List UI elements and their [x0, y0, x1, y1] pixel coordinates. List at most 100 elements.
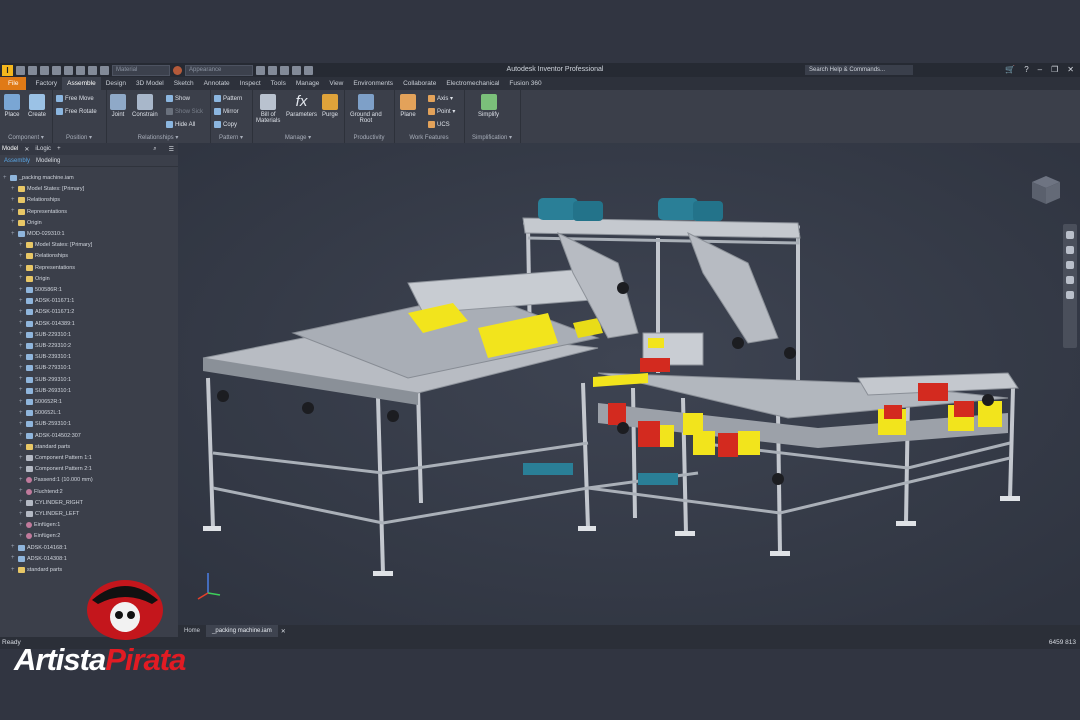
steering-wheel-icon[interactable] — [1066, 231, 1074, 239]
free-rotate-button[interactable]: Free Rotate — [56, 108, 97, 115]
tree-item[interactable]: + Representations — [11, 208, 67, 215]
expand-icon[interactable]: + — [11, 544, 16, 550]
expand-icon[interactable]: + — [3, 175, 8, 181]
tree-item[interactable]: + Fluchtend:2 — [19, 488, 63, 495]
joint-button[interactable]: Joint — [110, 94, 126, 118]
tree-item[interactable]: + Origin — [19, 275, 50, 282]
group-label[interactable]: Manage ▾ — [252, 134, 344, 141]
tree-item[interactable]: + SUB-229310:1 — [19, 331, 71, 338]
add-icon[interactable] — [292, 65, 301, 75]
show-sick-button[interactable]: Show Sick — [166, 108, 203, 115]
close-icon[interactable]: ✕ — [24, 146, 29, 153]
open-icon[interactable] — [28, 65, 37, 75]
tab-ilogic[interactable]: iLogic — [35, 146, 51, 152]
cart-icon[interactable]: 🛒 — [1005, 63, 1015, 77]
expand-icon[interactable]: + — [19, 343, 24, 349]
expand-icon[interactable]: + — [11, 208, 16, 214]
plane-button[interactable]: Plane — [400, 94, 416, 118]
tab-sketch[interactable]: Sketch — [169, 77, 199, 90]
tree-item[interactable]: + SUB-229310:2 — [19, 343, 71, 349]
expand-icon[interactable]: + — [11, 555, 16, 561]
inventor-logo-icon[interactable]: I — [2, 64, 13, 76]
expand-icon[interactable]: + — [19, 455, 24, 461]
restore-button[interactable]: ❐ — [1051, 63, 1058, 77]
look-at-icon[interactable] — [1066, 291, 1074, 299]
tree-item[interactable]: + Origin — [11, 219, 42, 226]
tree-item[interactable]: + MOD-029310:1 — [11, 231, 65, 237]
tab-model[interactable]: Model — [2, 146, 18, 152]
tree-item[interactable]: + SUB-299310:1 — [19, 376, 71, 383]
tree-item[interactable]: + Einfügen:2 — [19, 533, 60, 540]
tree-item[interactable]: + ADSK-014389:1 — [19, 320, 75, 327]
create-button[interactable]: Create — [28, 94, 46, 118]
pan-icon[interactable] — [1066, 246, 1074, 254]
home-tab[interactable]: Home — [178, 625, 206, 637]
tab-tools[interactable]: Tools — [266, 77, 291, 90]
expand-icon[interactable]: + — [19, 399, 24, 405]
purge-button[interactable]: Purge — [322, 94, 338, 118]
tab-design[interactable]: Design — [101, 77, 131, 90]
group-label[interactable]: Relationships ▾ — [106, 134, 210, 141]
appearance-icon[interactable] — [173, 65, 182, 75]
tree-item[interactable]: + ADSK-014502:307 — [19, 432, 81, 439]
mirror-button[interactable]: Mirror — [214, 108, 239, 115]
tree-item[interactable]: + Relationships — [11, 197, 60, 204]
expand-icon[interactable]: + — [19, 242, 24, 248]
expand-icon[interactable]: + — [19, 466, 24, 472]
group-label[interactable]: Simplification ▾ — [464, 134, 520, 141]
tree-item[interactable]: + Relationships — [19, 253, 68, 260]
expand-icon[interactable]: + — [19, 331, 24, 337]
tab-view[interactable]: View — [324, 77, 348, 90]
copy-button[interactable]: Copy — [214, 121, 237, 128]
select-icon[interactable] — [100, 65, 109, 75]
tree-item[interactable]: + standard parts — [11, 567, 62, 573]
expand-icon[interactable]: + — [19, 365, 24, 371]
point-button[interactable]: Point ▾ — [428, 108, 455, 115]
expand-icon[interactable]: + — [19, 320, 24, 326]
expand-icon[interactable]: + — [19, 499, 24, 505]
expand-icon[interactable]: + — [19, 443, 24, 449]
expand-icon[interactable]: + — [19, 511, 24, 517]
expand-icon[interactable]: + — [19, 488, 24, 494]
constrain-button[interactable]: Constrain — [132, 94, 158, 118]
expand-icon[interactable]: + — [19, 522, 24, 528]
parameters-button[interactable]: fx Parameters — [286, 94, 317, 119]
new-icon[interactable] — [16, 65, 25, 75]
viewcube[interactable] — [1028, 172, 1064, 208]
tree-item[interactable]: + CYLINDER_RIGHT — [19, 499, 83, 506]
tree-item[interactable]: + standard parts — [19, 443, 70, 450]
expand-icon[interactable]: + — [11, 186, 16, 192]
help-icon[interactable]: ? — [1024, 63, 1028, 77]
tree-item[interactable]: +500652R:1 — [19, 399, 62, 405]
expand-icon[interactable]: + — [19, 432, 24, 438]
tab-annotate[interactable]: Annotate — [199, 77, 235, 90]
subtab-modeling[interactable]: Modeling — [36, 158, 60, 164]
place-button[interactable]: Place — [4, 94, 20, 118]
tree-item[interactable]: + Einfügen:1 — [19, 522, 60, 529]
expand-icon[interactable]: + — [19, 387, 24, 393]
material-select[interactable]: Material — [112, 64, 170, 76]
tree-item[interactable]: + _packing machine.iam — [3, 175, 74, 181]
tree-item[interactable]: + ADSK-011671:2 — [19, 309, 74, 316]
tree-item[interactable]: + SUB-239310:1 — [19, 354, 71, 361]
expand-icon[interactable]: + — [19, 287, 24, 293]
tab-factory[interactable]: Factory — [30, 77, 62, 90]
expand-icon[interactable]: + — [19, 298, 24, 304]
simplify-button[interactable]: Simplify — [478, 94, 499, 118]
axis-button[interactable]: Axis ▾ — [428, 95, 453, 102]
tree-item[interactable]: + Model States: [Primary] — [11, 186, 84, 193]
menu-icon[interactable]: ☰ — [169, 146, 174, 153]
zoom-icon[interactable] — [1066, 261, 1074, 269]
orbit-icon[interactable] — [1066, 276, 1074, 284]
expand-icon[interactable]: + — [11, 197, 16, 203]
tree-item[interactable]: + Representations — [19, 264, 75, 271]
pattern-button[interactable]: Pattern — [214, 95, 242, 102]
add-tab-icon[interactable]: + — [57, 146, 61, 152]
tab-electromechanical[interactable]: Electromechanical — [441, 77, 504, 90]
ground-root-button[interactable]: Ground and Root — [350, 94, 382, 124]
search-icon[interactable]: ⌕ — [153, 146, 156, 153]
expand-icon[interactable]: + — [19, 533, 24, 539]
expand-icon[interactable]: + — [19, 309, 24, 315]
hide-all-button[interactable]: Hide All — [166, 121, 195, 128]
expand-icon[interactable]: + — [19, 410, 24, 416]
